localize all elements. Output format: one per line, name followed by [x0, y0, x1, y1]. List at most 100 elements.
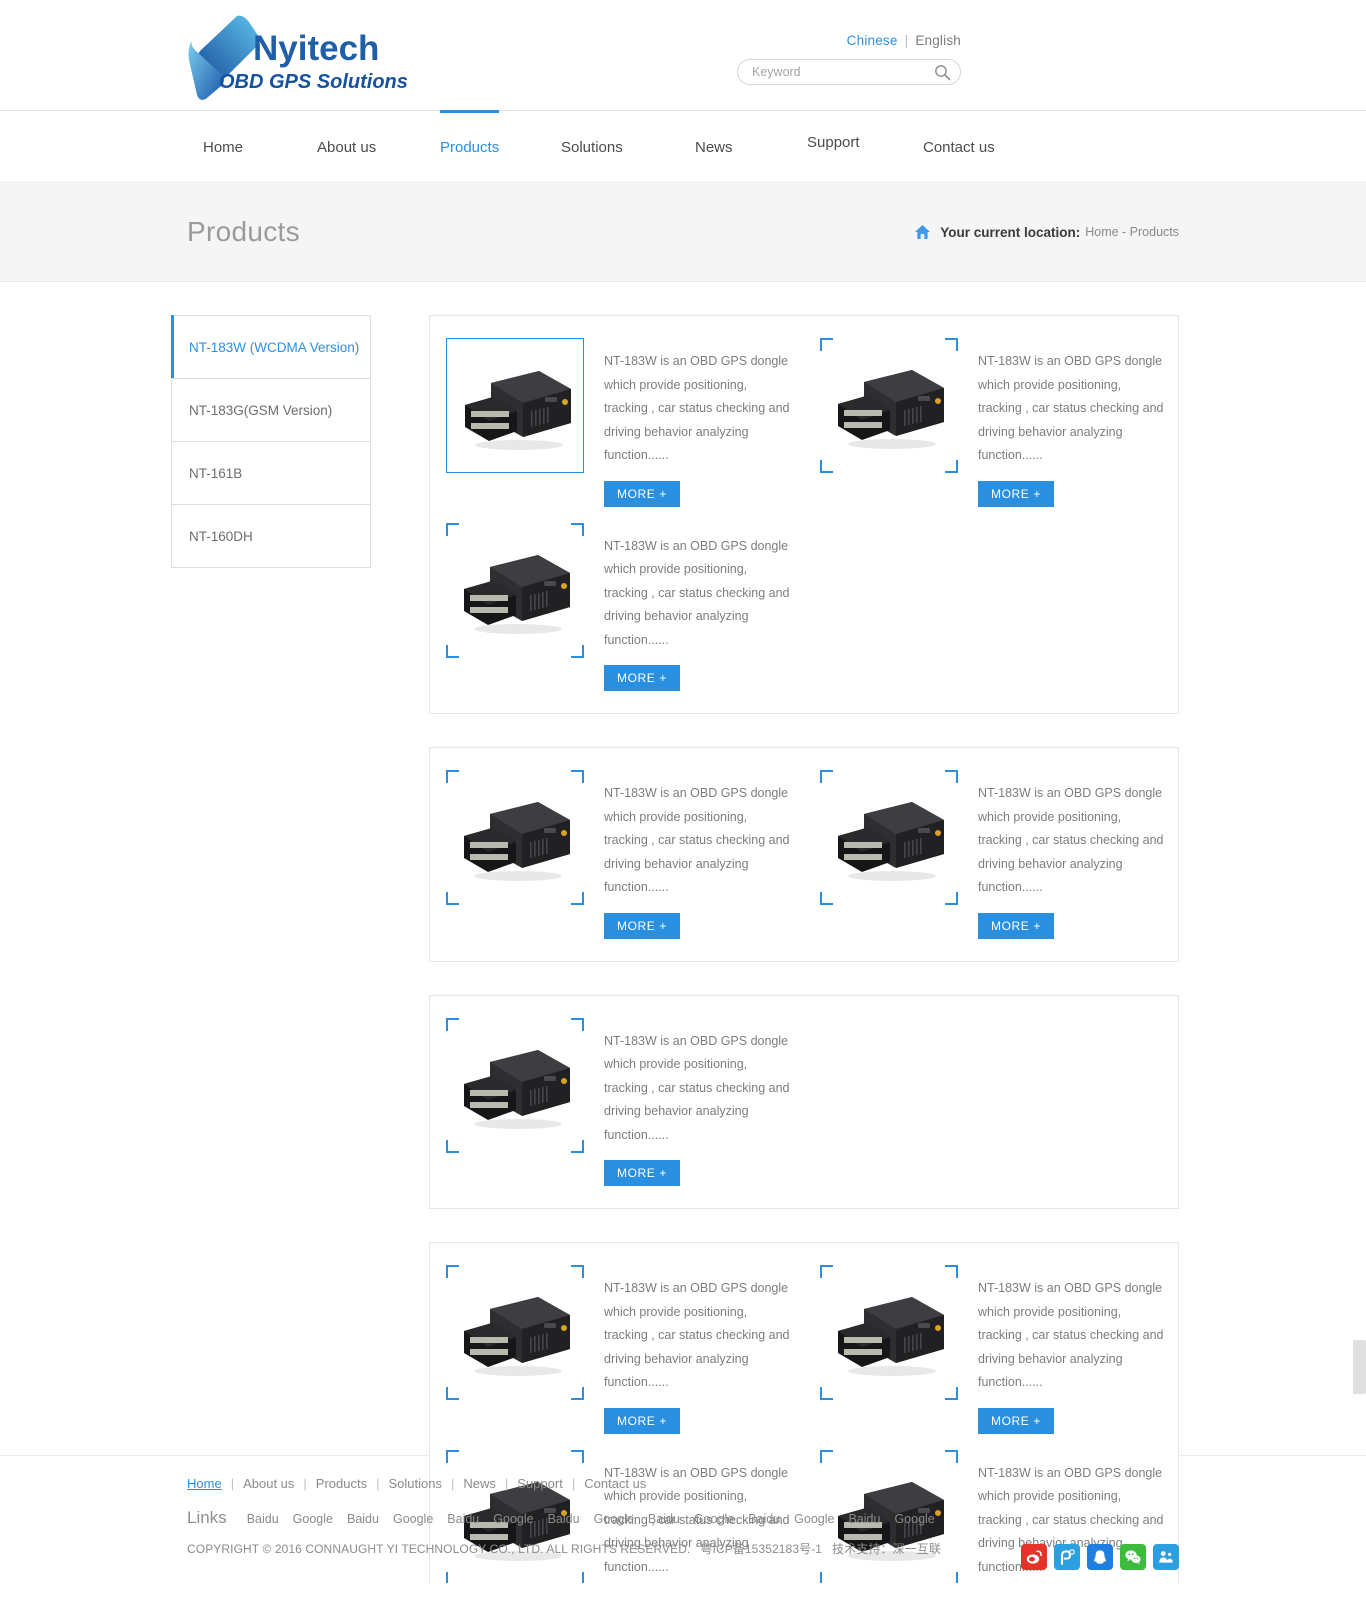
footer-link-news[interactable]: News — [463, 1476, 496, 1491]
nav-item-home[interactable]: Home — [203, 111, 243, 183]
footer-link-support[interactable]: Support — [517, 1476, 563, 1491]
search-icon[interactable] — [934, 64, 951, 81]
friendly-link[interactable]: Google — [293, 1512, 333, 1526]
corner-bracket-icon — [820, 770, 833, 783]
more-button[interactable]: MORE + — [978, 913, 1054, 939]
corner-bracket-icon — [446, 1018, 459, 1031]
product-card[interactable]: NT-183W is an OBD GPS dongle which provi… — [430, 515, 804, 700]
corner-bracket-icon — [945, 770, 958, 783]
weibo-icon[interactable] — [1021, 1544, 1047, 1570]
product-info: NT-183W is an OBD GPS dongle which provi… — [584, 770, 794, 939]
product-description: NT-183W is an OBD GPS dongle which provi… — [604, 350, 794, 468]
sidebar-item-label: NT-183G(GSM Version) — [189, 403, 332, 418]
product-image[interactable] — [446, 1018, 584, 1153]
tencent-weibo-icon[interactable] — [1054, 1544, 1080, 1570]
breadcrumb-path[interactable]: Home - Products — [1085, 225, 1179, 239]
nav-item-contact-us[interactable]: Contact us — [923, 111, 995, 183]
language-english-link[interactable]: English — [915, 33, 961, 48]
product-card[interactable]: NT-183W is an OBD GPS dongle which provi… — [430, 1257, 804, 1442]
search-input[interactable] — [752, 60, 932, 84]
tech-support[interactable]: 技术支持：深一互联 — [832, 1542, 941, 1556]
icp-license[interactable]: 粤ICP备15352183号-1 — [700, 1542, 822, 1556]
nav-item-products[interactable]: Products — [440, 111, 499, 183]
product-info: NT-183W is an OBD GPS dongle which provi… — [958, 770, 1168, 939]
footer-separator: | — [376, 1476, 379, 1491]
more-button[interactable]: MORE + — [978, 481, 1054, 507]
product-card[interactable]: NT-183W is an OBD GPS dongle which provi… — [430, 330, 804, 515]
footer-separator: | — [303, 1476, 306, 1491]
sidebar-item-label: NT-161B — [189, 466, 242, 481]
nav-item-about-us[interactable]: About us — [317, 111, 376, 183]
sidebar-item-nt-161b[interactable]: NT-161B — [171, 441, 371, 505]
product-image[interactable] — [446, 1265, 584, 1400]
product-card[interactable]: NT-183W is an OBD GPS dongle which provi… — [804, 762, 1178, 947]
corner-bracket-icon — [945, 1265, 958, 1278]
product-image[interactable] — [446, 523, 584, 658]
product-category-sidebar: NT-183W (WCDMA Version) NT-183G(GSM Vers… — [171, 315, 371, 568]
corner-bracket-icon — [571, 770, 584, 783]
product-description: NT-183W is an OBD GPS dongle which provi… — [978, 1277, 1168, 1395]
corner-bracket-icon — [446, 645, 459, 658]
friendly-link[interactable]: Baidu — [447, 1512, 479, 1526]
footer-separator: | — [572, 1476, 575, 1491]
nav-item-support[interactable]: Support — [807, 111, 860, 183]
nav-item-news[interactable]: News — [695, 111, 733, 183]
nav-item-solutions[interactable]: Solutions — [561, 111, 623, 183]
corner-bracket-icon — [571, 645, 584, 658]
sidebar-item-nt-183g[interactable]: NT-183G(GSM Version) — [171, 378, 371, 442]
friendly-link[interactable]: Baidu — [748, 1512, 780, 1526]
site-logo[interactable]: Nyitech OBD GPS Solutions — [187, 10, 417, 100]
friendly-link[interactable]: Baidu — [648, 1512, 680, 1526]
product-card[interactable]: NT-183W is an OBD GPS dongle which provi… — [804, 330, 1178, 515]
friendly-link[interactable]: Google — [493, 1512, 533, 1526]
friendly-link[interactable]: Baidu — [347, 1512, 379, 1526]
corner-bracket-icon — [945, 1450, 958, 1463]
sidebar-item-nt-160dh[interactable]: NT-160DH — [171, 504, 371, 568]
language-separator: | — [905, 33, 909, 48]
footer-link-solutions[interactable]: Solutions — [389, 1476, 442, 1491]
product-group: NT-183W is an OBD GPS dongle which provi… — [429, 747, 1179, 962]
corner-bracket-icon — [945, 1387, 958, 1400]
product-image[interactable] — [820, 338, 958, 473]
footer-link-about-us[interactable]: About us — [243, 1476, 294, 1491]
footer-link-contact-us[interactable]: Contact us — [584, 1476, 646, 1491]
scrollbar-thumb[interactable] — [1353, 1340, 1366, 1394]
search-box[interactable] — [737, 59, 961, 85]
sidebar-item-nt-183w[interactable]: NT-183W (WCDMA Version) — [171, 315, 371, 379]
corner-bracket-icon — [571, 1572, 584, 1584]
more-button[interactable]: MORE + — [604, 1408, 680, 1434]
product-image[interactable] — [820, 1265, 958, 1400]
corner-bracket-icon — [820, 1265, 833, 1278]
language-chinese-link[interactable]: Chinese — [847, 33, 898, 48]
friendly-link[interactable]: Baidu — [548, 1512, 580, 1526]
wechat-icon[interactable] — [1120, 1544, 1146, 1570]
qzone-icon[interactable] — [1153, 1544, 1179, 1570]
product-card[interactable]: NT-183W is an OBD GPS dongle which provi… — [430, 762, 804, 947]
more-button[interactable]: MORE + — [604, 1160, 680, 1186]
corner-bracket-icon — [446, 1265, 459, 1278]
product-image[interactable] — [820, 770, 958, 905]
qq-icon[interactable] — [1087, 1544, 1113, 1570]
corner-bracket-icon — [945, 1572, 958, 1584]
breadcrumb-label: Your current location: — [940, 225, 1080, 240]
product-image[interactable] — [446, 770, 584, 905]
corner-bracket-icon — [446, 1450, 459, 1463]
friendly-link[interactable]: Baidu — [247, 1512, 279, 1526]
product-image[interactable] — [446, 338, 584, 473]
product-card[interactable]: NT-183W is an OBD GPS dongle which provi… — [804, 1257, 1178, 1442]
more-button[interactable]: MORE + — [604, 665, 680, 691]
footer-link-products[interactable]: Products — [316, 1476, 367, 1491]
friendly-link[interactable]: Google — [594, 1512, 634, 1526]
friendly-link[interactable]: Baidu — [848, 1512, 880, 1526]
product-card[interactable]: NT-183W is an OBD GPS dongle which provi… — [430, 1010, 804, 1195]
more-button[interactable]: MORE + — [978, 1408, 1054, 1434]
friendly-link[interactable]: Google — [794, 1512, 834, 1526]
friendly-link[interactable]: Google — [694, 1512, 734, 1526]
page-title: Products — [187, 216, 300, 248]
more-button[interactable]: MORE + — [604, 913, 680, 939]
more-button[interactable]: MORE + — [604, 481, 680, 507]
product-group: NT-183W is an OBD GPS dongle which provi… — [429, 995, 1179, 1210]
footer-link-home[interactable]: Home — [187, 1476, 222, 1491]
friendly-link[interactable]: Google — [393, 1512, 433, 1526]
friendly-link[interactable]: Google — [894, 1512, 934, 1526]
